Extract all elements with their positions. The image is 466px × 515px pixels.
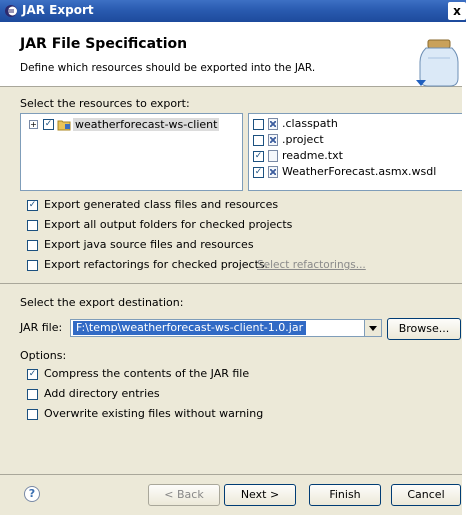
file-checkbox[interactable]: ✓: [253, 167, 264, 178]
export-class-files-label[interactable]: Export generated class files and resourc…: [44, 198, 278, 211]
jar-file-input[interactable]: F:\temp\weatherforecast-ws-client-1.0.ja…: [73, 321, 307, 335]
title-bar[interactable]: JAR Export x: [0, 0, 466, 22]
page-description: Define which resources should be exporte…: [20, 62, 316, 74]
back-button[interactable]: < Back: [148, 484, 220, 506]
export-refactorings-label[interactable]: Export refactorings for checked projects…: [44, 258, 268, 271]
footer-divider: [0, 474, 466, 475]
file-label[interactable]: .classpath: [282, 117, 338, 130]
export-source-files-checkbox[interactable]: [27, 240, 38, 251]
jar-export-dialog: JAR Export x JAR File Specification Defi…: [0, 0, 466, 515]
jar-file-label: JAR file:: [20, 321, 63, 334]
overwrite-checkbox[interactable]: [27, 409, 38, 420]
project-file-icon: [268, 134, 278, 146]
project-label[interactable]: weatherforecast-ws-client: [73, 118, 220, 131]
project-folder-icon: [57, 120, 71, 131]
file-checkbox[interactable]: [253, 119, 264, 130]
close-button[interactable]: x: [448, 2, 466, 20]
window-border: [462, 22, 466, 515]
overwrite-label[interactable]: Overwrite existing files without warning: [44, 407, 263, 420]
file-label[interactable]: .project: [282, 133, 324, 146]
export-class-files-checkbox[interactable]: ✓: [27, 200, 38, 211]
chevron-down-icon[interactable]: [364, 320, 381, 336]
compress-label[interactable]: Compress the contents of the JAR file: [44, 367, 249, 380]
project-tree[interactable]: + ✓ weatherforecast-ws-client: [20, 113, 243, 191]
file-list[interactable]: .classpath .project ✓ readme.txt ✓ Weath…: [248, 113, 464, 191]
project-checkbox[interactable]: ✓: [43, 119, 54, 130]
add-directory-entries-checkbox[interactable]: [27, 389, 38, 400]
next-button[interactable]: Next >: [224, 484, 296, 506]
select-refactorings-link[interactable]: Select refactorings...: [257, 259, 366, 271]
finish-button[interactable]: Finish: [309, 484, 381, 506]
page-title: JAR File Specification: [20, 36, 188, 52]
destination-label: Select the export destination:: [20, 296, 184, 309]
eclipse-icon: [5, 5, 17, 17]
wsdl-file-icon: [268, 166, 278, 178]
file-checkbox[interactable]: [253, 135, 264, 146]
jar-file-combo[interactable]: F:\temp\weatherforecast-ws-client-1.0.ja…: [70, 319, 382, 337]
export-output-folders-label[interactable]: Export all output folders for checked pr…: [44, 218, 292, 231]
section-divider: [0, 283, 466, 284]
file-checkbox[interactable]: ✓: [253, 151, 264, 162]
export-refactorings-checkbox[interactable]: [27, 260, 38, 271]
cancel-button[interactable]: Cancel: [391, 484, 461, 506]
file-label[interactable]: WeatherForecast.asmx.wsdl: [282, 165, 436, 178]
options-label: Options:: [20, 349, 67, 362]
resources-label: Select the resources to export:: [20, 97, 190, 110]
compress-checkbox[interactable]: ✓: [27, 369, 38, 380]
jar-icon: [416, 39, 459, 87]
export-output-folders-checkbox[interactable]: [27, 220, 38, 231]
wizard-header: JAR File Specification Define which reso…: [0, 22, 466, 87]
file-label[interactable]: readme.txt: [282, 149, 343, 162]
browse-button[interactable]: Browse...: [387, 318, 461, 340]
export-source-files-label[interactable]: Export java source files and resources: [44, 238, 254, 251]
help-icon[interactable]: ?: [24, 486, 40, 502]
window-title: JAR Export: [22, 3, 94, 17]
text-file-icon: [268, 150, 278, 162]
classpath-file-icon: [268, 118, 278, 130]
add-directory-entries-label[interactable]: Add directory entries: [44, 387, 160, 400]
expand-icon[interactable]: +: [29, 120, 38, 129]
